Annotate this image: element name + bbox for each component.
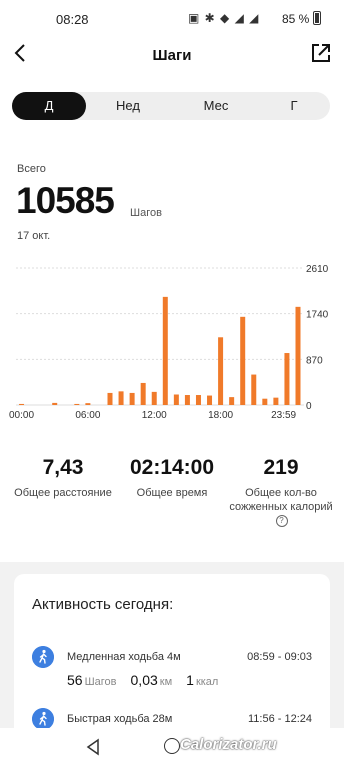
activity-name: Быстрая ходьба 28м (67, 713, 173, 725)
y-tick-label: 1740 (306, 310, 329, 321)
battery-icon (313, 11, 321, 25)
bar (162, 296, 168, 405)
y-tick-label: 0 (306, 401, 312, 412)
nav-home-icon[interactable] (164, 738, 180, 754)
tab-week[interactable]: Нед (90, 92, 166, 120)
system-nav-bar: Calorizator.ru (0, 728, 344, 768)
stat-calories-value: 219 (263, 456, 299, 479)
activity-calories: 1 (186, 672, 194, 688)
stat-distance: 7,43 Общее расстояние (8, 456, 118, 500)
app-header: Шаги (0, 36, 344, 76)
total-unit: Шагов (130, 207, 162, 219)
page-title: Шаги (152, 47, 192, 64)
stat-calories-text: Общее кол-во сожженных калорий (229, 487, 333, 513)
total-label: Всего (17, 163, 46, 175)
external-link-icon[interactable] (310, 42, 332, 64)
total-steps: 10585 (16, 180, 115, 221)
activity-time: 11:56 - 12:24 (247, 713, 312, 725)
bar (173, 394, 179, 405)
activity-steps-unit: Шагов (84, 676, 117, 688)
bar (118, 391, 124, 405)
walking-person-icon (32, 708, 54, 730)
stats-row: 7,43 Общее расстояние 02:14:00 Общее вре… (0, 456, 344, 536)
bar (251, 374, 257, 405)
activity-section: Активность сегодня: Медленная ходьба 4м … (0, 562, 344, 774)
bar (218, 337, 224, 405)
bar (140, 382, 146, 405)
status-icons: ▣ ✱ ◆ ◢ ◢ (188, 11, 260, 25)
bar (184, 395, 190, 405)
stat-time: 02:14:00 Общее время (117, 456, 227, 500)
bar (295, 306, 301, 405)
x-tick-label: 00:00 (9, 410, 34, 421)
x-tick-label: 23:59 (271, 410, 296, 421)
bar (85, 403, 91, 405)
stat-time-label: Общее время (136, 487, 208, 499)
bar (52, 402, 58, 405)
stat-calories: 219 Общее кол-во сожженных калорий? (226, 456, 336, 528)
stat-calories-label: Общее кол-во сожженных калорий? (226, 486, 336, 528)
bar (273, 397, 279, 405)
bar (107, 392, 113, 405)
tab-day[interactable]: Д (12, 92, 86, 120)
nav-back-icon[interactable] (84, 738, 102, 756)
activity-distance-unit: км (159, 676, 173, 688)
bar (240, 316, 246, 405)
activity-title: Активность сегодня: (32, 596, 174, 613)
tab-month[interactable]: Мес (178, 92, 254, 120)
y-tick-label: 2610 (306, 264, 329, 275)
activity-metrics: 56 Шагов 0,03 км 1 ккал (67, 672, 232, 688)
status-time: 08:28 (56, 12, 89, 27)
x-tick-label: 06:00 (75, 410, 100, 421)
bar (229, 397, 235, 405)
activity-distance: 0,03 (130, 672, 158, 688)
tab-year[interactable]: Г (258, 92, 330, 120)
watermark: Calorizator.ru (180, 736, 277, 753)
y-tick-label: 870 (306, 355, 323, 366)
activity-steps: 56 (67, 672, 83, 688)
stat-distance-label: Общее расстояние (14, 487, 112, 499)
stat-time-value: 02:14:00 (129, 456, 215, 479)
activity-item[interactable]: Медленная ходьба 4м 08:59 - 09:03 56 Шаго… (14, 646, 330, 696)
stat-distance-value: 7,43 (42, 456, 84, 479)
bar (74, 403, 80, 405)
status-bar: 08:28 ▣ ✱ ◆ ◢ ◢ 85 % (0, 0, 344, 36)
activity-time: 08:59 - 09:03 (247, 651, 312, 663)
period-tabs: Д Нед Мес Г (12, 92, 330, 120)
x-tick-label: 18:00 (208, 410, 233, 421)
bar (129, 392, 135, 405)
bar (151, 391, 157, 405)
bar (19, 403, 25, 405)
date-label: 17 окт. (17, 230, 51, 242)
battery-percent: 85 % (282, 12, 310, 26)
bar (207, 395, 213, 405)
activity-name: Медленная ходьба 4м (67, 651, 181, 663)
steps-chart: 2610 1740 870 0 00:00 06:00 12:00 18:00 23:59 (9, 264, 329, 421)
x-tick-label: 12:00 (142, 410, 167, 421)
bar (195, 395, 201, 405)
walking-person-icon (32, 646, 54, 668)
activity-calories-unit: ккал (195, 676, 219, 688)
bar (284, 353, 290, 405)
bar (262, 398, 268, 405)
help-icon[interactable]: ? (275, 515, 288, 527)
